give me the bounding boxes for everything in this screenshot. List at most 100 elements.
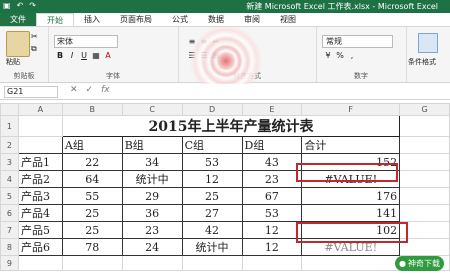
- tab-file[interactable]: 文件: [0, 13, 36, 26]
- data-cell[interactable]: 12: [241, 221, 303, 239]
- tab-formulas[interactable]: 公式: [162, 13, 198, 26]
- italic-button[interactable]: I: [68, 51, 76, 60]
- bold-button[interactable]: B: [56, 51, 64, 60]
- header-cell[interactable]: A组: [61, 136, 123, 154]
- data-cell[interactable]: 64: [61, 170, 123, 188]
- row-header[interactable]: 4: [0, 170, 19, 188]
- data-cell[interactable]: 25: [61, 221, 123, 239]
- sheet-title-cell[interactable]: 2015年上半年产量统计表: [61, 115, 401, 137]
- column-header[interactable]: A: [17, 103, 63, 116]
- row-header[interactable]: 8: [0, 238, 19, 256]
- header-cell[interactable]: C组: [181, 136, 243, 154]
- total-cell[interactable]: 176: [301, 187, 401, 205]
- data-cell[interactable]: 43: [241, 153, 303, 171]
- select-all-corner[interactable]: [0, 103, 19, 116]
- header-cell[interactable]: 合计: [301, 136, 401, 154]
- cell[interactable]: [399, 204, 450, 222]
- row-header[interactable]: 6: [0, 204, 19, 222]
- data-cell[interactable]: 产品2: [17, 170, 63, 188]
- tab-page-layout[interactable]: 页面布局: [110, 13, 162, 26]
- data-cell[interactable]: 78: [61, 238, 123, 256]
- conditional-format-icon[interactable]: [418, 33, 438, 53]
- currency-icon[interactable]: ¥: [324, 51, 332, 60]
- cut-icon[interactable]: ✂: [31, 32, 38, 41]
- tab-data[interactable]: 数据: [198, 13, 234, 26]
- cell[interactable]: [121, 255, 183, 271]
- data-cell[interactable]: 12: [181, 170, 243, 188]
- data-cell[interactable]: 统计中: [121, 170, 183, 188]
- data-cell[interactable]: 53: [241, 204, 303, 222]
- column-header[interactable]: C: [121, 103, 183, 116]
- row-header[interactable]: 7: [0, 221, 19, 239]
- copy-icon[interactable]: ⧉: [31, 44, 37, 54]
- row-header[interactable]: 1: [0, 115, 19, 137]
- cell[interactable]: [399, 187, 450, 205]
- data-cell[interactable]: 产品5: [17, 221, 63, 239]
- cell[interactable]: [17, 255, 63, 271]
- data-cell[interactable]: 23: [241, 170, 303, 188]
- cell[interactable]: [399, 115, 450, 137]
- row-header[interactable]: 5: [0, 187, 19, 205]
- tab-insert[interactable]: 插入: [74, 13, 110, 26]
- conditional-format-label[interactable]: 条件格式: [408, 57, 436, 67]
- data-cell[interactable]: 统计中: [181, 238, 243, 256]
- cell[interactable]: [399, 136, 450, 154]
- column-header[interactable]: G: [399, 103, 450, 116]
- cell[interactable]: [399, 153, 450, 171]
- data-cell[interactable]: 产品1: [17, 153, 63, 171]
- data-cell[interactable]: 25: [61, 204, 123, 222]
- name-box[interactable]: G21: [4, 86, 58, 98]
- header-cell[interactable]: [17, 136, 63, 154]
- column-header[interactable]: B: [61, 103, 123, 116]
- data-cell[interactable]: 22: [61, 153, 123, 171]
- comma-icon[interactable]: ,: [348, 51, 356, 60]
- save-icon[interactable]: ▣: [3, 1, 11, 10]
- data-cell[interactable]: 12: [241, 238, 303, 256]
- cell[interactable]: [399, 170, 450, 188]
- cell[interactable]: [241, 255, 303, 271]
- data-cell[interactable]: 产品6: [17, 238, 63, 256]
- tab-review[interactable]: 审阅: [234, 13, 270, 26]
- cell[interactable]: [61, 255, 123, 271]
- font-group-label: 字体: [106, 72, 120, 80]
- row-header[interactable]: 3: [0, 153, 19, 171]
- data-cell[interactable]: 24: [121, 238, 183, 256]
- row-header[interactable]: 9: [0, 255, 19, 271]
- data-cell[interactable]: 25: [181, 187, 243, 205]
- underline-button[interactable]: U: [80, 51, 88, 60]
- column-header[interactable]: F: [301, 103, 401, 116]
- tab-view[interactable]: 视图: [270, 13, 306, 26]
- number-format-select[interactable]: 常规: [322, 35, 393, 48]
- data-cell[interactable]: 产品4: [17, 204, 63, 222]
- data-cell[interactable]: 67: [241, 187, 303, 205]
- column-header[interactable]: E: [241, 103, 303, 116]
- percent-icon[interactable]: %: [336, 51, 344, 60]
- cancel-icon[interactable]: ✕: [70, 85, 78, 95]
- font-color-icon[interactable]: A: [104, 51, 112, 60]
- data-cell[interactable]: 53: [181, 153, 243, 171]
- data-cell[interactable]: 42: [181, 221, 243, 239]
- data-cell[interactable]: 产品3: [17, 187, 63, 205]
- cell[interactable]: [301, 255, 401, 271]
- data-cell[interactable]: 23: [121, 221, 183, 239]
- total-cell[interactable]: 141: [301, 204, 401, 222]
- header-cell[interactable]: B组: [121, 136, 183, 154]
- header-cell[interactable]: D组: [241, 136, 303, 154]
- data-cell[interactable]: 34: [121, 153, 183, 171]
- data-cell[interactable]: 29: [121, 187, 183, 205]
- column-header[interactable]: D: [181, 103, 243, 116]
- fx-icon[interactable]: fx: [101, 85, 110, 95]
- cell[interactable]: [17, 115, 63, 137]
- row-header[interactable]: 2: [0, 136, 19, 154]
- tab-home[interactable]: 开始: [36, 13, 74, 26]
- cell[interactable]: [181, 255, 243, 271]
- data-cell[interactable]: 36: [121, 204, 183, 222]
- redo-icon[interactable]: ↷: [29, 1, 36, 10]
- paste-icon[interactable]: [6, 31, 30, 57]
- confirm-icon[interactable]: ✓: [86, 85, 94, 95]
- undo-icon[interactable]: ↶: [17, 1, 24, 10]
- font-name-select[interactable]: 宋体: [54, 35, 118, 48]
- data-cell[interactable]: 27: [181, 204, 243, 222]
- border-icon[interactable]: ▦: [92, 51, 100, 60]
- data-cell[interactable]: 55: [61, 187, 123, 205]
